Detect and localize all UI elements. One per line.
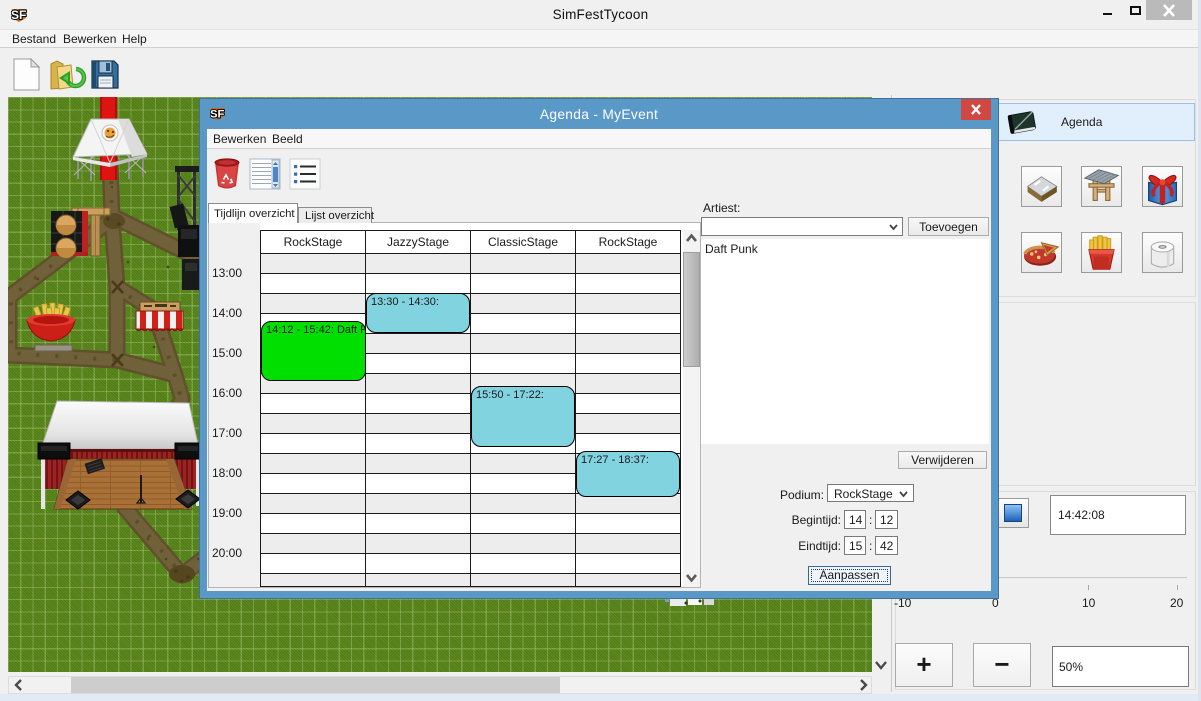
svg-text:SF: SF: [210, 108, 225, 120]
svg-text:SF: SF: [11, 8, 26, 22]
